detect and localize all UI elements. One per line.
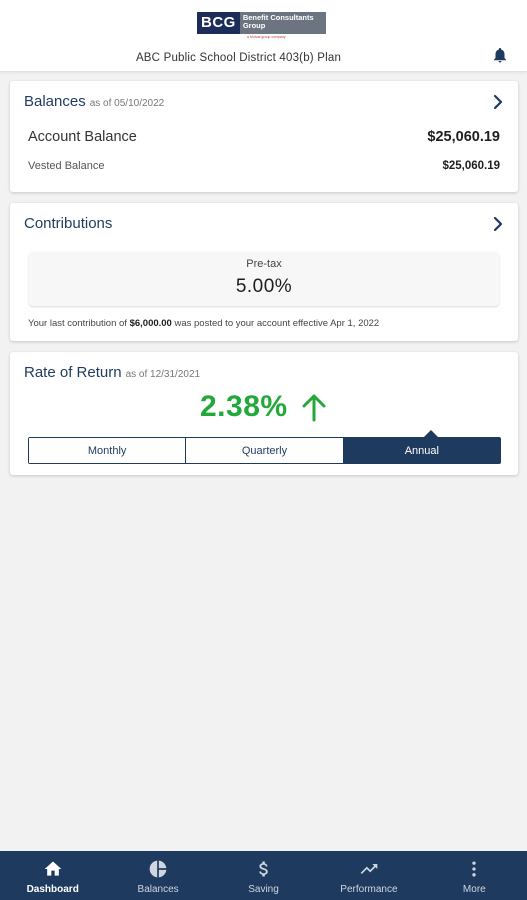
tab-performance[interactable]: Performance: [316, 851, 421, 900]
chevron-right-icon[interactable]: [492, 216, 504, 232]
pretax-label: Pre-tax: [246, 258, 282, 270]
tab-more[interactable]: More: [422, 851, 527, 900]
balances-as-of: as of 05/10/2022: [89, 98, 165, 109]
balances-title-text: Balances: [24, 93, 86, 110]
logo-mark: BCG: [197, 12, 240, 34]
account-balance-row: Account Balance $25,060.19: [28, 129, 500, 145]
tab-balances[interactable]: Balances: [105, 851, 210, 900]
logo-tagline: a Mutual group company: [247, 35, 286, 39]
bell-icon[interactable]: [491, 45, 509, 65]
tab-dashboard[interactable]: Dashboard: [0, 851, 105, 900]
account-balance-label: Account Balance: [28, 129, 137, 145]
tab-label: Dashboard: [26, 884, 79, 895]
logo-text: Benefit Consultants Group: [239, 12, 326, 34]
last-contribution-note: Your last contribution of $6,000.00 was …: [28, 318, 379, 329]
tab-label: Balances: [137, 884, 179, 895]
dollar-icon: [258, 861, 268, 877]
app-header: BCG Benefit Consultants Group a Mutual g…: [0, 0, 527, 72]
ror-title: Rate of Return as of 12/31/2021: [24, 364, 200, 381]
balances-title: Balances as of 05/10/2022: [24, 93, 164, 110]
tab-label: Saving: [248, 884, 279, 895]
chevron-right-icon[interactable]: [492, 94, 504, 110]
tab-label: More: [462, 884, 486, 895]
pretax-value: 5.00%: [235, 276, 293, 297]
note-prefix: Your last contribution of: [28, 318, 127, 329]
period-annual-button[interactable]: Annual: [343, 438, 500, 463]
contributions-title: Contributions: [24, 215, 113, 232]
note-amount: $6,000.00: [129, 318, 172, 329]
up-arrow-icon: [302, 394, 326, 422]
company-logo: BCG Benefit Consultants Group: [197, 11, 329, 35]
plan-title: ABC Public School District 403(b) Plan: [135, 52, 342, 64]
account-balance-value: $25,060.19: [427, 129, 500, 145]
pretax-box: Pre-tax 5.00%: [29, 252, 499, 306]
vested-balance-value: $25,060.19: [442, 160, 500, 172]
selected-period-indicator: [424, 430, 438, 437]
more-vertical-icon: [472, 861, 476, 877]
ror-title-text: Rate of Return: [24, 364, 122, 381]
balances-card[interactable]: Balances as of 05/10/2022 Account Balance…: [10, 81, 518, 192]
note-suffix: was posted to your account effective Apr…: [174, 318, 380, 329]
rate-of-return-card: Rate of Return as of 12/31/2021 2.38% Mon…: [10, 352, 518, 475]
bottom-tab-bar: Dashboard Balances Saving Performance Mo…: [0, 851, 527, 900]
tab-saving[interactable]: Saving: [211, 851, 316, 900]
trend-icon: [360, 864, 378, 874]
home-icon: [44, 861, 62, 876]
vested-balance-label: Vested Balance: [28, 160, 105, 172]
period-selector: Monthly Quarterly Annual: [28, 437, 501, 464]
pie-chart-icon: [149, 860, 167, 878]
period-quarterly-button[interactable]: Quarterly: [186, 438, 344, 463]
ror-value-row: 2.38%: [10, 390, 518, 424]
ror-as-of: as of 12/31/2021: [125, 369, 201, 380]
contributions-card[interactable]: Contributions Pre-tax 5.00% Your last co…: [10, 203, 518, 341]
period-monthly-button[interactable]: Monthly: [29, 438, 187, 463]
vested-balance-row: Vested Balance $25,060.19: [28, 160, 500, 172]
tab-label: Performance: [340, 884, 398, 895]
ror-value: 2.38%: [199, 390, 288, 423]
